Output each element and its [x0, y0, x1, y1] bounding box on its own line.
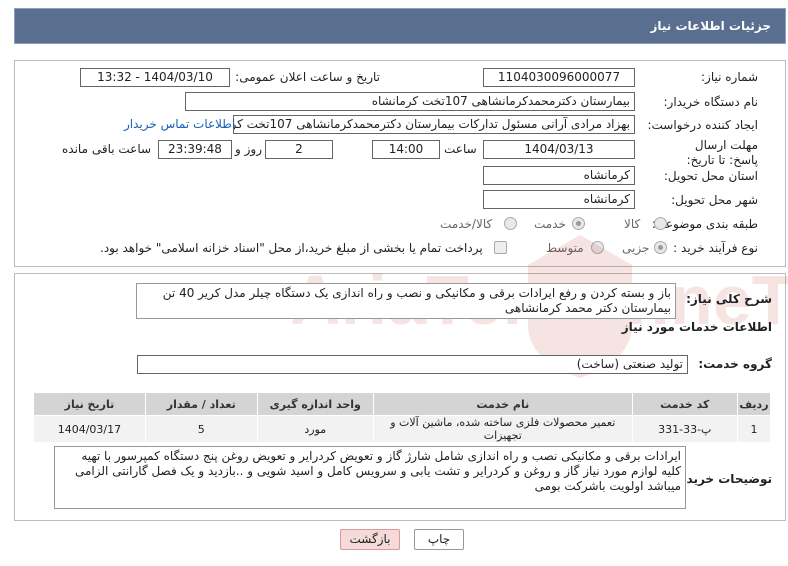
summary-label: شرح کلی نیاز:	[686, 292, 772, 306]
remaining-time-label: ساعت باقی مانده	[62, 142, 152, 156]
service-group-label: گروه خدمت:	[698, 357, 772, 371]
treasury-payment-checkbox[interactable]	[494, 241, 507, 254]
purchase-type-option-medium: متوسط	[546, 241, 584, 255]
buyer-org-label: نام دستگاه خریدار:	[663, 95, 759, 109]
need-number-field: 1104030096000077	[483, 68, 635, 87]
service-code-cell: پ-33-331	[631, 415, 738, 443]
purchase-type-option-minor: جزیی	[622, 241, 650, 255]
category-radio-goods[interactable]	[654, 217, 667, 230]
services-section-title: اطلاعات خدمات مورد نیاز	[621, 320, 772, 334]
buyer-notes-text: ایرادات برقی و مکانیکی نصب و راه اندازی …	[54, 446, 686, 509]
category-option-goods-service: کالا/خدمت	[440, 217, 493, 231]
days-field: 2	[265, 140, 333, 159]
remaining-time-field: 23:39:48	[158, 140, 232, 159]
delivery-city-field: کرمانشاه	[483, 190, 635, 209]
deadline-time-label: ساعت	[444, 142, 477, 156]
requester-field: بهزاد مرادی آرانی مسئول تدارکات بیمارستا…	[233, 115, 635, 134]
deadline-label: مهلت ارسال پاسخ: تا تاریخ:	[686, 138, 758, 167]
buyer-org-field: بیمارستان دکترمحمدکرمانشاهی 107تخت کرمان…	[185, 92, 635, 111]
category-label: طبقه بندی موضوعی:	[651, 217, 758, 231]
delivery-city-label: شهر محل تحویل:	[671, 193, 758, 207]
purchase-type-radio-medium[interactable]	[591, 241, 604, 254]
days-label: روز و	[235, 142, 262, 156]
deadline-date-field: 1404/03/13	[483, 140, 635, 159]
service-group-field: تولید صنعتی (ساخت)	[137, 355, 688, 374]
col-unit: واحد اندازه گیری	[256, 392, 374, 416]
treasury-payment-note: پرداخت تمام یا بخشی از مبلغ خرید،از محل …	[100, 241, 483, 255]
services-table: ردیف کد خدمت نام خدمت واحد اندازه گیری ت…	[33, 392, 772, 443]
table-row: 1 پ-33-331 تعمیر محصولات فلزی ساخته شده،…	[33, 415, 772, 443]
category-option-service: خدمت	[534, 217, 566, 231]
col-row-number: ردیف	[736, 392, 772, 416]
delivery-province-field: کرمانشاه	[483, 166, 635, 185]
purchase-type-label: نوع فرآیند خرید :	[673, 241, 758, 255]
back-button[interactable]: بازگشت	[340, 529, 400, 550]
col-quantity: تعداد / مقدار	[144, 392, 258, 416]
quantity-cell: 5	[144, 415, 258, 443]
deadline-time-field: 14:00	[372, 140, 440, 159]
services-table-header: ردیف کد خدمت نام خدمت واحد اندازه گیری ت…	[33, 392, 772, 416]
service-name-cell: تعمیر محصولات فلزی ساخته شده، ماشین آلات…	[372, 415, 633, 443]
col-service-name: نام خدمت	[372, 392, 633, 416]
category-radio-goods-service[interactable]	[504, 217, 517, 230]
announce-datetime-label: تاریخ و ساعت اعلان عمومی:	[235, 70, 380, 84]
need-date-cell: 1404/03/17	[33, 415, 146, 443]
delivery-province-label: استان محل تحویل:	[663, 169, 758, 183]
print-button[interactable]: چاپ	[414, 529, 464, 550]
need-number-label: شماره نیاز:	[701, 70, 758, 84]
purchase-type-radio-minor[interactable]	[654, 241, 667, 254]
page-header: جزئیات اطلاعات نیاز	[14, 8, 786, 44]
row-number-cell: 1	[736, 415, 772, 443]
category-option-goods: کالا	[624, 217, 641, 231]
unit-cell: مورد	[256, 415, 374, 443]
page-title: جزئیات اطلاعات نیاز	[650, 19, 771, 33]
col-service-code: کد خدمت	[631, 392, 738, 416]
summary-text: باز و بسته کردن و رفع ایرادات برقی و مکا…	[136, 283, 676, 319]
buyer-contact-link[interactable]: اطلاعات تماس خریدار	[124, 117, 235, 131]
col-need-date: تاریخ نیاز	[33, 392, 146, 416]
requester-label: ایجاد کننده درخواست:	[647, 118, 758, 132]
category-radio-service[interactable]	[572, 217, 585, 230]
announce-datetime-field: 1404/03/10 - 13:32	[80, 68, 230, 87]
